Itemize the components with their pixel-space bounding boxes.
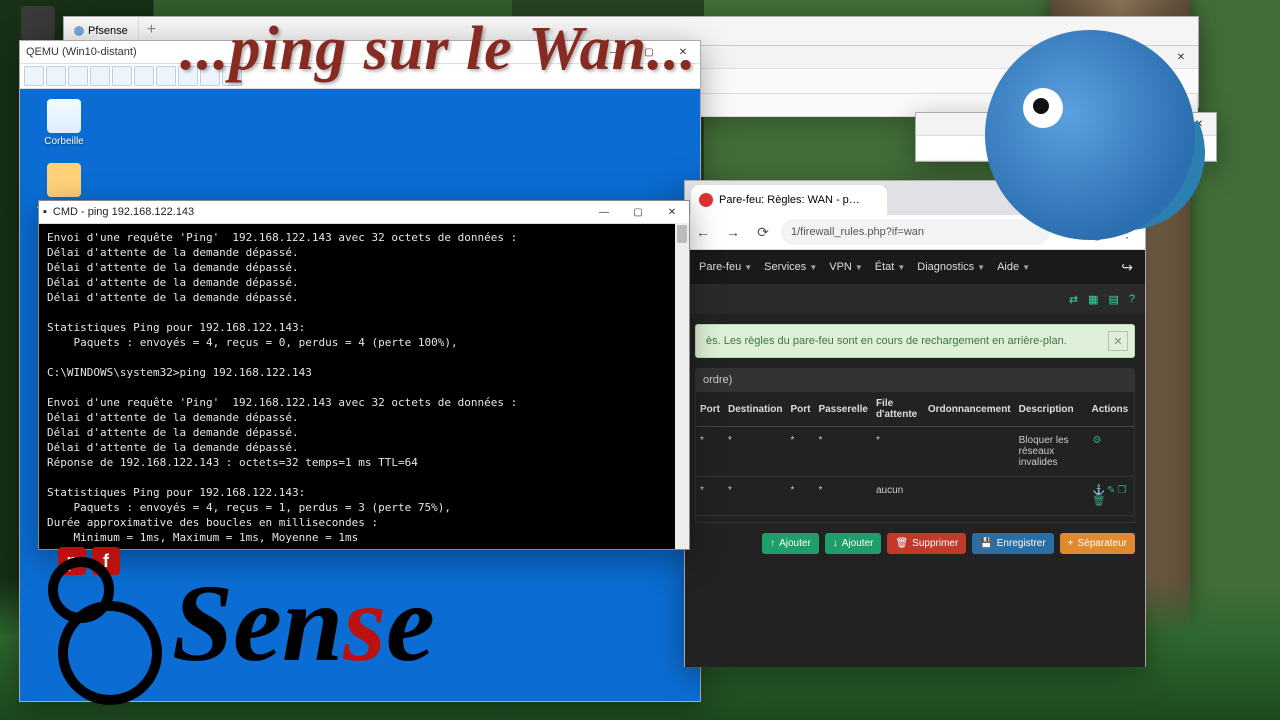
toolbar-icon[interactable]: [112, 66, 132, 86]
pfsense-page: Pare-feu▼ Services▼ VPN▼ État▼ Diagnosti…: [685, 250, 1145, 667]
url-text: 1/firewall_rules.php?if=wan: [791, 226, 924, 238]
separator-button[interactable]: + Séparateur: [1060, 533, 1135, 554]
col-header: File d'attente: [872, 392, 924, 427]
logo-text-red: s: [343, 562, 386, 684]
nav-back[interactable]: ←: [691, 220, 715, 244]
add-rule-bottom-button[interactable]: ↓ Ajouter: [825, 533, 882, 554]
toolbar-icon[interactable]: [156, 66, 176, 86]
logo-text: Sen: [172, 562, 343, 684]
nav-diagnostics[interactable]: Diagnostics▼: [911, 261, 991, 273]
alert-close[interactable]: ✕: [1108, 331, 1128, 351]
nav-parefeu[interactable]: Pare-feu▼: [693, 261, 758, 273]
col-header: Passerelle: [814, 392, 872, 427]
browser-tab[interactable]: Pare-feu: Règles: WAN - p…: [691, 185, 887, 215]
row-actions[interactable]: ⚙: [1088, 427, 1135, 477]
pfsense-logo: pf Sense: [38, 534, 435, 712]
rule-row[interactable]: ****aucun⚓✎❐🗑: [696, 477, 1134, 516]
rule-row[interactable]: *****Bloquer les réseaux invalides⚙: [696, 427, 1134, 477]
alert-text: ès. Les règles du pare-feu sont en cours…: [706, 335, 1067, 347]
favicon-icon: [699, 193, 713, 207]
anchor-icon[interactable]: ⚓: [1093, 485, 1105, 496]
col-header: Port: [786, 392, 814, 427]
toolbar-icon[interactable]: [46, 66, 66, 86]
gns3-tab-label: Pfsense: [88, 25, 128, 37]
minimize-button[interactable]: —: [587, 201, 621, 223]
project-icon: [74, 26, 84, 36]
col-header: Destination: [724, 392, 786, 427]
add-rule-top-button[interactable]: ↑ Ajouter: [762, 533, 819, 554]
col-header: Ordonnancement: [924, 392, 1015, 427]
rules-panel-header: ordre): [695, 368, 1135, 392]
tool-toggle-icon[interactable]: ⇄: [1069, 293, 1078, 306]
cmd-title: CMD - ping 192.168.122.143: [47, 206, 587, 218]
pfsense-toolbar: ⇄ ▦ ▤ ?: [685, 284, 1145, 314]
cmd-icon: ▪: [39, 206, 47, 218]
guest-recycle-bin[interactable]: Corbeille: [34, 99, 94, 147]
nav-forward[interactable]: →: [721, 220, 745, 244]
save-button[interactable]: 💾 Enregistrer: [972, 533, 1053, 554]
copy-icon[interactable]: ❐: [1117, 485, 1126, 496]
scrollbar-thumb[interactable]: [677, 225, 687, 243]
browser-tab-title: Pare-feu: Règles: WAN - p…: [719, 194, 860, 206]
cmd-output[interactable]: Envoi d'une requête 'Ping' 192.168.122.1…: [39, 224, 689, 562]
toolbar-icon[interactable]: [68, 66, 88, 86]
row-actions[interactable]: ⚓✎❐ 🗑: [1088, 477, 1135, 516]
tool-log-icon[interactable]: ▤: [1108, 293, 1118, 306]
tool-help-icon[interactable]: ?: [1129, 293, 1135, 305]
success-alert: ès. Les règles du pare-feu sont en cours…: [695, 324, 1135, 358]
close-button[interactable]: ✕: [655, 201, 689, 223]
nav-reload[interactable]: ⟳: [751, 220, 775, 244]
toolbar-icon[interactable]: [134, 66, 154, 86]
col-header: Actions: [1088, 392, 1135, 427]
edit-icon[interactable]: ✎: [1107, 485, 1115, 496]
cmd-scrollbar[interactable]: [675, 223, 689, 549]
nav-aide[interactable]: Aide▼: [991, 261, 1036, 273]
nav-etat[interactable]: État▼: [869, 261, 912, 273]
overlay-headline: ...ping sur le Wan...: [180, 18, 697, 80]
col-header: Description: [1015, 392, 1088, 427]
toolbar-icon[interactable]: [90, 66, 110, 86]
icon-label: Corbeille: [44, 136, 83, 147]
browser-window: Pare-feu: Règles: WAN - p… — ▢ ✕ ← → ⟳ 1…: [684, 180, 1146, 667]
delete-icon[interactable]: 🗑: [1093, 496, 1106, 507]
logo-text: e: [386, 562, 435, 684]
gear-icon[interactable]: ⚙: [1093, 435, 1102, 446]
col-header: Port: [696, 392, 724, 427]
maximize-button[interactable]: ▢: [621, 201, 655, 223]
tool-stats-icon[interactable]: ▦: [1088, 293, 1098, 306]
gns3-chameleon-logo: [985, 30, 1195, 240]
nav-vpn[interactable]: VPN▼: [823, 261, 869, 273]
toolbar-icon[interactable]: [24, 66, 44, 86]
rules-buttons: ↑ Ajouter ↓ Ajouter 🗑 Supprimer 💾 Enregi…: [685, 523, 1145, 564]
rules-table: PortDestinationPortPasserelleFile d'atte…: [696, 392, 1134, 516]
pfsense-nav: Pare-feu▼ Services▼ VPN▼ État▼ Diagnosti…: [685, 250, 1145, 284]
delete-button[interactable]: 🗑 Supprimer: [887, 533, 966, 554]
cmd-window: ▪ CMD - ping 192.168.122.143 — ▢ ✕ Envoi…: [38, 200, 690, 550]
logout-icon[interactable]: ↪: [1109, 259, 1145, 276]
nav-services[interactable]: Services▼: [758, 261, 823, 273]
